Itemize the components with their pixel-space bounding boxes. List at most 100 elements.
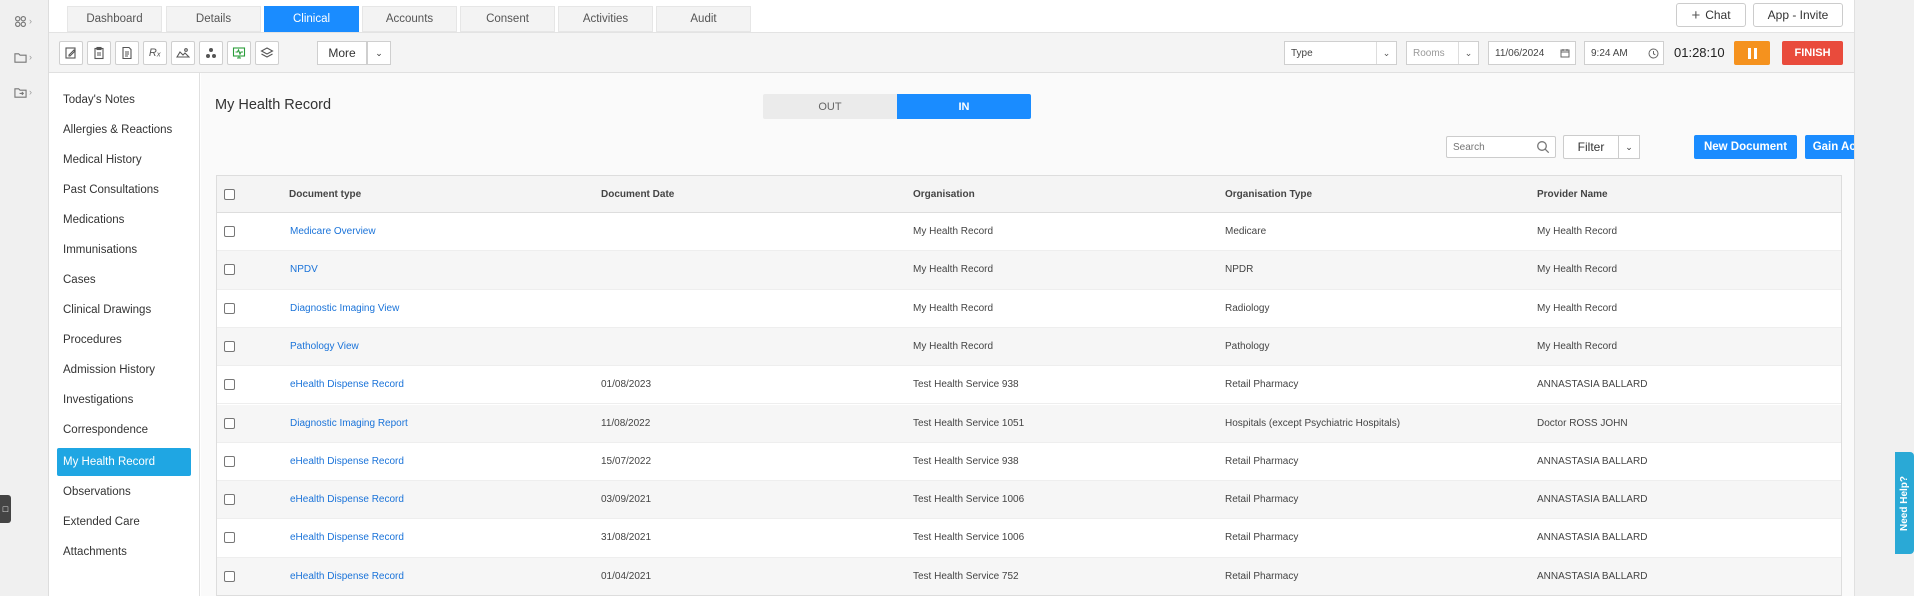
note-edit-icon[interactable] bbox=[59, 41, 83, 65]
table-row[interactable]: Pathology View My Health Record Pathology M… bbox=[217, 327, 1841, 367]
table-row[interactable]: Medicare Overview My Health Record Medicar… bbox=[217, 213, 1841, 252]
row-checkbox[interactable] bbox=[224, 494, 235, 506]
filter-button[interactable]: Filter bbox=[1563, 135, 1619, 159]
organisation-type: Retail Pharmacy bbox=[1225, 379, 1299, 391]
sidebar-item-past-consultations[interactable]: Past Consultations bbox=[57, 176, 191, 204]
sidebar-item-attachments[interactable]: Attachments bbox=[57, 538, 191, 566]
table-row[interactable]: eHealth Dispense Record 15/07/2022 Test He… bbox=[217, 443, 1841, 482]
clipboard-icon[interactable] bbox=[87, 41, 111, 65]
layers-icon[interactable] bbox=[255, 41, 279, 65]
prescription-icon[interactable]: Rₓ bbox=[143, 41, 167, 65]
document-date: 31/08/2021 bbox=[601, 532, 652, 544]
row-checkbox[interactable] bbox=[224, 570, 235, 582]
table-row[interactable]: eHealth Dispense Record 31/08/2021 Test He… bbox=[217, 519, 1841, 558]
sidebar-item-medications[interactable]: Medications bbox=[57, 206, 191, 234]
sidebar-item-medical-history[interactable]: Medical History bbox=[57, 146, 191, 174]
document-type-link[interactable]: eHealth Dispense Record bbox=[290, 532, 404, 543]
pause-button[interactable] bbox=[1734, 41, 1770, 65]
sidebar-item-extended-care[interactable]: Extended Care bbox=[57, 508, 191, 536]
more-button[interactable]: More bbox=[317, 41, 367, 65]
tab-audit[interactable]: Audit bbox=[656, 6, 751, 32]
provider-name: My Health Record bbox=[1537, 226, 1618, 237]
tab-accounts[interactable]: Accounts bbox=[362, 6, 457, 32]
table-row[interactable]: eHealth Dispense Record 01/04/2021 Test He… bbox=[217, 557, 1841, 595]
rooms-select-placeholder: Rooms bbox=[1413, 47, 1445, 59]
row-checkbox[interactable] bbox=[224, 226, 235, 237]
tab-details[interactable]: Details bbox=[166, 6, 261, 32]
document-type-link[interactable]: eHealth Dispense Record bbox=[290, 571, 404, 582]
calendar-icon[interactable] bbox=[1555, 42, 1575, 64]
tab-dashboard[interactable]: Dashboard bbox=[67, 6, 162, 32]
document-icon[interactable] bbox=[115, 41, 139, 65]
finish-button[interactable]: FINISH bbox=[1782, 41, 1843, 65]
row-checkbox[interactable] bbox=[224, 455, 235, 467]
tab-consent[interactable]: Consent bbox=[460, 6, 555, 32]
document-type-link[interactable]: Pathology View bbox=[290, 341, 359, 352]
type-select-value: Type bbox=[1291, 47, 1313, 59]
column-header-document-date[interactable]: Document Date bbox=[601, 189, 674, 200]
document-type-link[interactable]: Medicare Overview bbox=[290, 226, 376, 237]
row-checkbox[interactable] bbox=[224, 417, 235, 429]
document-type-link[interactable]: Diagnostic Imaging View bbox=[290, 303, 399, 314]
document-type-link[interactable]: eHealth Dispense Record bbox=[290, 494, 404, 505]
table-row[interactable]: NPDV My Health Record NPDR My Health Record bbox=[217, 251, 1841, 290]
table-row[interactable]: eHealth Dispense Record 03/09/2021 Test He… bbox=[217, 481, 1841, 520]
search-icon[interactable] bbox=[1536, 140, 1550, 154]
imaging-icon[interactable] bbox=[171, 41, 195, 65]
chat-button[interactable]: + Chat bbox=[1676, 3, 1746, 27]
select-all-checkbox[interactable] bbox=[224, 189, 235, 200]
provider-name: ANNASTASIA BALLARD bbox=[1537, 379, 1648, 391]
sidebar-item-allergies[interactable]: Allergies & Reactions bbox=[57, 116, 191, 144]
folder-icon[interactable]: › bbox=[14, 48, 38, 66]
row-checkbox[interactable] bbox=[224, 340, 235, 352]
rooms-select[interactable]: Rooms ⌄ bbox=[1406, 41, 1479, 65]
table-row[interactable]: Diagnostic Imaging Report 11/08/2022 Test … bbox=[217, 404, 1841, 443]
sidebar-item-correspondence[interactable]: Correspondence bbox=[57, 416, 191, 444]
organisation: Test Health Service 1006 bbox=[913, 532, 1025, 544]
sidebar-item-admission-history[interactable]: Admission History bbox=[57, 356, 191, 384]
column-header-organisation[interactable]: Organisation bbox=[913, 189, 975, 200]
tab-clinical[interactable]: Clinical bbox=[264, 6, 359, 32]
chevron-down-icon: ⌄ bbox=[1625, 141, 1633, 152]
sidebar-item-procedures[interactable]: Procedures bbox=[57, 326, 191, 354]
toggle-in-button[interactable]: IN bbox=[897, 94, 1031, 119]
document-type-link[interactable]: Diagnostic Imaging Report bbox=[290, 418, 408, 429]
date-field[interactable]: 11/06/2024 bbox=[1488, 41, 1576, 65]
row-checkbox[interactable] bbox=[224, 379, 235, 391]
need-help-tab[interactable]: Need Help? bbox=[1895, 452, 1914, 554]
new-document-button[interactable]: New Document bbox=[1694, 135, 1797, 159]
pathology-icon[interactable] bbox=[199, 41, 223, 65]
document-type-link[interactable]: eHealth Dispense Record bbox=[290, 456, 404, 467]
type-select[interactable]: Type ⌄ bbox=[1284, 41, 1397, 65]
app-invite-button[interactable]: App - Invite bbox=[1753, 3, 1843, 27]
sidebar-item-observations[interactable]: Observations bbox=[57, 478, 191, 506]
folder-export-icon[interactable]: › bbox=[14, 83, 38, 101]
tab-activities[interactable]: Activities bbox=[558, 6, 653, 32]
sidebar-item-my-health-record[interactable]: My Health Record bbox=[57, 448, 191, 476]
column-header-provider-name[interactable]: Provider Name bbox=[1537, 189, 1608, 200]
sidebar-item-immunisations[interactable]: Immunisations bbox=[57, 236, 191, 264]
toggle-out-button[interactable]: OUT bbox=[763, 94, 897, 119]
row-checkbox[interactable] bbox=[224, 532, 235, 544]
table-row[interactable]: eHealth Dispense Record 01/08/2023 Test He… bbox=[217, 366, 1841, 405]
apps-icon[interactable]: › bbox=[14, 12, 38, 30]
table-row[interactable]: Diagnostic Imaging View My Health Record R… bbox=[217, 290, 1841, 328]
more-dropdown-button[interactable]: ⌄ bbox=[367, 41, 391, 65]
clock-icon[interactable] bbox=[1643, 42, 1663, 64]
monitor-icon[interactable] bbox=[227, 41, 251, 65]
column-header-document-type[interactable]: Document type bbox=[289, 189, 361, 200]
filter-dropdown-button[interactable]: ⌄ bbox=[1619, 135, 1640, 159]
side-drawer-tab[interactable]: □ bbox=[0, 495, 11, 523]
document-type-link[interactable]: NPDV bbox=[290, 264, 318, 275]
document-date: 01/04/2021 bbox=[601, 570, 652, 582]
sidebar-item-cases[interactable]: Cases bbox=[57, 266, 191, 294]
row-checkbox[interactable] bbox=[224, 302, 235, 314]
sidebar-item-clinical-drawings[interactable]: Clinical Drawings bbox=[57, 296, 191, 324]
row-checkbox[interactable] bbox=[224, 264, 235, 276]
time-field[interactable]: 9:24 AM bbox=[1584, 41, 1664, 65]
organisation: My Health Record bbox=[913, 302, 994, 314]
sidebar-item-investigations[interactable]: Investigations bbox=[57, 386, 191, 414]
document-type-link[interactable]: eHealth Dispense Record bbox=[290, 379, 404, 390]
column-header-organisation-type[interactable]: Organisation Type bbox=[1225, 189, 1312, 200]
sidebar-item-todays-notes[interactable]: Today's Notes bbox=[57, 86, 191, 114]
